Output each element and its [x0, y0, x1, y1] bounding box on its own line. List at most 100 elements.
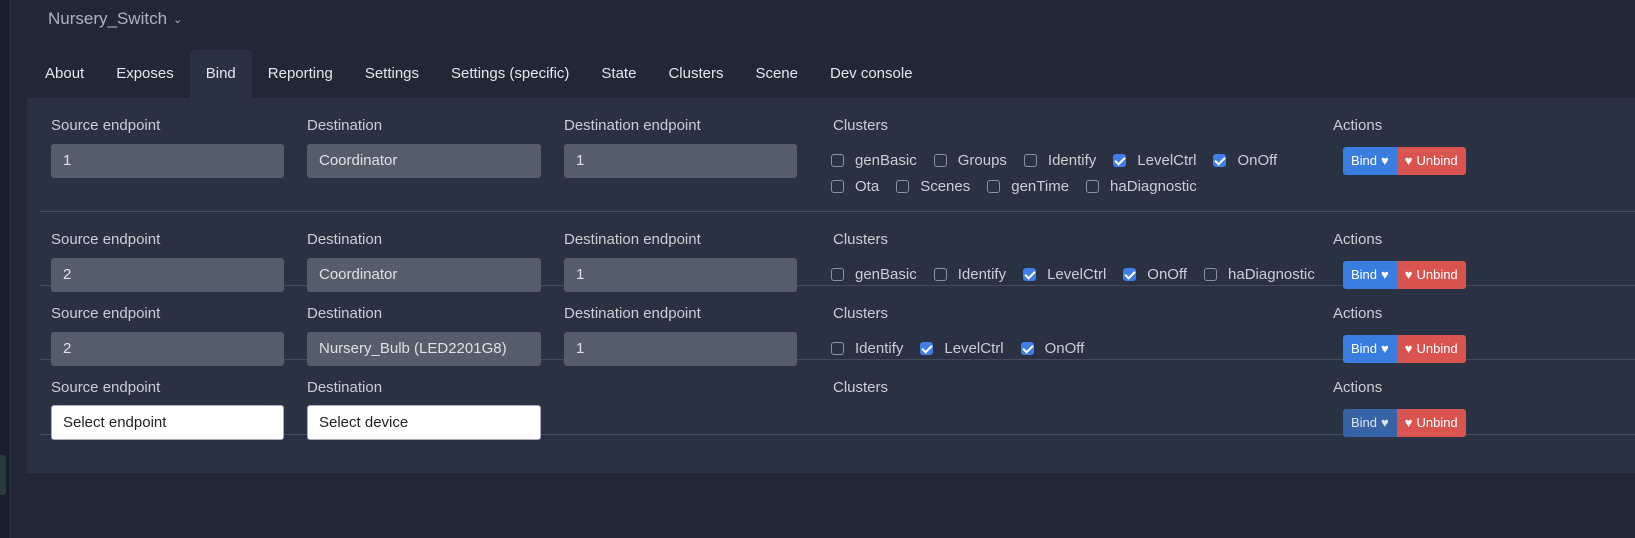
- actions-button-group: Bind ♥ ♥ Unbind: [1343, 261, 1466, 289]
- source-endpoint-select[interactable]: Select endpoint: [51, 405, 284, 440]
- destination-endpoint-label: Destination endpoint: [564, 305, 701, 322]
- checkbox[interactable]: [933, 267, 947, 281]
- heart-icon: ♥: [1381, 153, 1389, 168]
- cluster-ota[interactable]: Ota: [831, 178, 879, 195]
- bind-button[interactable]: Bind ♥: [1343, 147, 1397, 175]
- bind-button[interactable]: Bind ♥: [1343, 261, 1397, 289]
- actions-label: Actions: [1333, 305, 1383, 322]
- destination-label: Destination: [307, 117, 383, 134]
- device-title-dropdown[interactable]: Nursery_Switch ⌄: [48, 9, 182, 29]
- heart-icon: ♥: [1381, 267, 1389, 282]
- checkbox[interactable]: [831, 341, 844, 355]
- cluster-onoff[interactable]: OnOff: [1123, 266, 1187, 283]
- tab-settings[interactable]: Settings: [349, 50, 435, 98]
- cluster-hadiagnostic[interactable]: haDiagnostic: [1086, 178, 1197, 195]
- cluster-name: OnOff: [1147, 265, 1188, 283]
- broken-heart-icon: ♥: [1404, 267, 1413, 282]
- cluster-name: Identify: [855, 339, 904, 357]
- cluster-name: Scenes: [920, 177, 971, 195]
- source-endpoint-label: Source endpoint: [51, 305, 161, 322]
- tab-clusters[interactable]: Clusters: [652, 50, 739, 98]
- checkbox[interactable]: [1213, 153, 1227, 167]
- cluster-levelctrl[interactable]: LevelCtrl: [1023, 266, 1106, 283]
- bind-panel: Source endpoint Destination Destination en…: [27, 98, 1635, 473]
- cluster-name: genBasic: [855, 151, 917, 169]
- cluster-levelctrl[interactable]: LevelCtrl: [1113, 152, 1196, 169]
- checkbox[interactable]: [1123, 267, 1137, 281]
- cluster-name: LevelCtrl: [1137, 151, 1197, 169]
- unbind-label: Unbind: [1416, 415, 1458, 430]
- checkbox[interactable]: [1023, 153, 1037, 167]
- cluster-name: Groups: [957, 151, 1007, 169]
- binding-row: Source endpoint Destination Destination en…: [40, 212, 1635, 292]
- cluster-scenes[interactable]: Scenes: [896, 178, 970, 195]
- checkbox[interactable]: [831, 153, 844, 167]
- cluster-groups[interactable]: Groups: [933, 151, 1007, 169]
- cluster-name: Ota: [855, 177, 880, 195]
- checkbox[interactable]: [896, 179, 910, 193]
- tab-reporting[interactable]: Reporting: [252, 50, 349, 98]
- cluster-name: genTime: [1011, 177, 1070, 195]
- checkbox[interactable]: [1113, 153, 1127, 167]
- binding-row: Source endpoint Destination Destination en…: [40, 286, 1635, 366]
- checkbox[interactable]: [920, 341, 934, 355]
- cluster-genbasic[interactable]: genBasic: [831, 152, 917, 169]
- checkbox[interactable]: [1023, 267, 1037, 281]
- side-indicator: [0, 455, 6, 495]
- destination-endpoint-select[interactable]: 1: [564, 144, 797, 178]
- checkbox[interactable]: [831, 267, 844, 281]
- actions-button-group: Bind ♥ ♥ Unbind: [1343, 335, 1466, 363]
- checkbox[interactable]: [831, 179, 844, 193]
- clusters-checkbox-group: genBasic Identify LevelCtrl OnOff haDiagnost…: [831, 261, 1332, 287]
- cluster-identify[interactable]: Identify: [933, 266, 1006, 283]
- tab-exposes[interactable]: Exposes: [100, 50, 190, 98]
- broken-heart-icon: ♥: [1404, 341, 1413, 356]
- cluster-name: LevelCtrl: [944, 339, 1004, 357]
- destination-device-select[interactable]: Select device: [307, 405, 541, 440]
- cluster-onoff[interactable]: OnOff: [1213, 152, 1277, 169]
- unbind-button[interactable]: ♥ Unbind: [1396, 147, 1466, 175]
- tab-about[interactable]: About: [29, 50, 100, 98]
- cluster-identify[interactable]: Identify: [831, 340, 903, 357]
- new-binding-row: Source endpoint Destination Clusters Action…: [40, 360, 1635, 440]
- bind-button[interactable]: Bind ♥: [1343, 409, 1397, 437]
- broken-heart-icon: ♥: [1404, 153, 1413, 168]
- tab-scene[interactable]: Scene: [739, 50, 814, 98]
- tab-dev-console[interactable]: Dev console: [814, 50, 929, 98]
- source-endpoint-label: Source endpoint: [51, 117, 161, 134]
- checkbox[interactable]: [987, 179, 1001, 193]
- checkbox[interactable]: [933, 153, 947, 167]
- cluster-line: Ota Scenes genTime haDiagnostic: [831, 173, 1294, 199]
- tab-bind[interactable]: Bind: [189, 50, 252, 98]
- unbind-button[interactable]: ♥ Unbind: [1396, 335, 1466, 363]
- binding-row: Source endpoint Destination Destination en…: [40, 98, 1635, 212]
- bind-button[interactable]: Bind ♥: [1343, 335, 1397, 363]
- checkbox[interactable]: [1020, 341, 1034, 355]
- cluster-hadiagnostic[interactable]: haDiagnostic: [1204, 266, 1315, 283]
- cluster-gentime[interactable]: genTime: [987, 178, 1069, 195]
- cluster-onoff[interactable]: OnOff: [1020, 340, 1084, 357]
- tab-state[interactable]: State: [585, 50, 652, 98]
- cluster-levelctrl[interactable]: LevelCtrl: [920, 339, 1004, 357]
- clusters-checkbox-group: genBasic Groups Identify LevelCtrl OnOff Ota S…: [831, 147, 1294, 199]
- cluster-identify[interactable]: Identify: [1023, 152, 1096, 169]
- unbind-button[interactable]: ♥ Unbind: [1396, 409, 1466, 437]
- actions-label: Actions: [1333, 117, 1383, 134]
- destination-endpoint-label: Destination endpoint: [564, 231, 701, 248]
- checkbox[interactable]: [1086, 179, 1100, 193]
- bind-label: Bind: [1351, 341, 1378, 356]
- unbind-button[interactable]: ♥ Unbind: [1396, 261, 1466, 289]
- cluster-line: genBasic Identify LevelCtrl OnOff haDiagnost…: [831, 261, 1332, 287]
- checkbox[interactable]: [1204, 267, 1218, 281]
- heart-icon: ♥: [1381, 341, 1389, 356]
- bind-label: Bind: [1351, 267, 1378, 282]
- clusters-label: Clusters: [833, 231, 889, 248]
- clusters-checkbox-group: Identify LevelCtrl OnOff: [831, 335, 1101, 361]
- tab-settings-specific[interactable]: Settings (specific): [435, 50, 585, 98]
- cluster-name: OnOff: [1237, 151, 1278, 169]
- tab-bar: About Exposes Bind Reporting Settings Setting…: [29, 50, 929, 98]
- destination-select[interactable]: Coordinator: [307, 144, 541, 178]
- source-endpoint-select[interactable]: 1: [51, 144, 284, 178]
- cluster-genbasic[interactable]: genBasic: [831, 266, 917, 283]
- actions-button-group: Bind ♥ ♥ Unbind: [1343, 409, 1466, 437]
